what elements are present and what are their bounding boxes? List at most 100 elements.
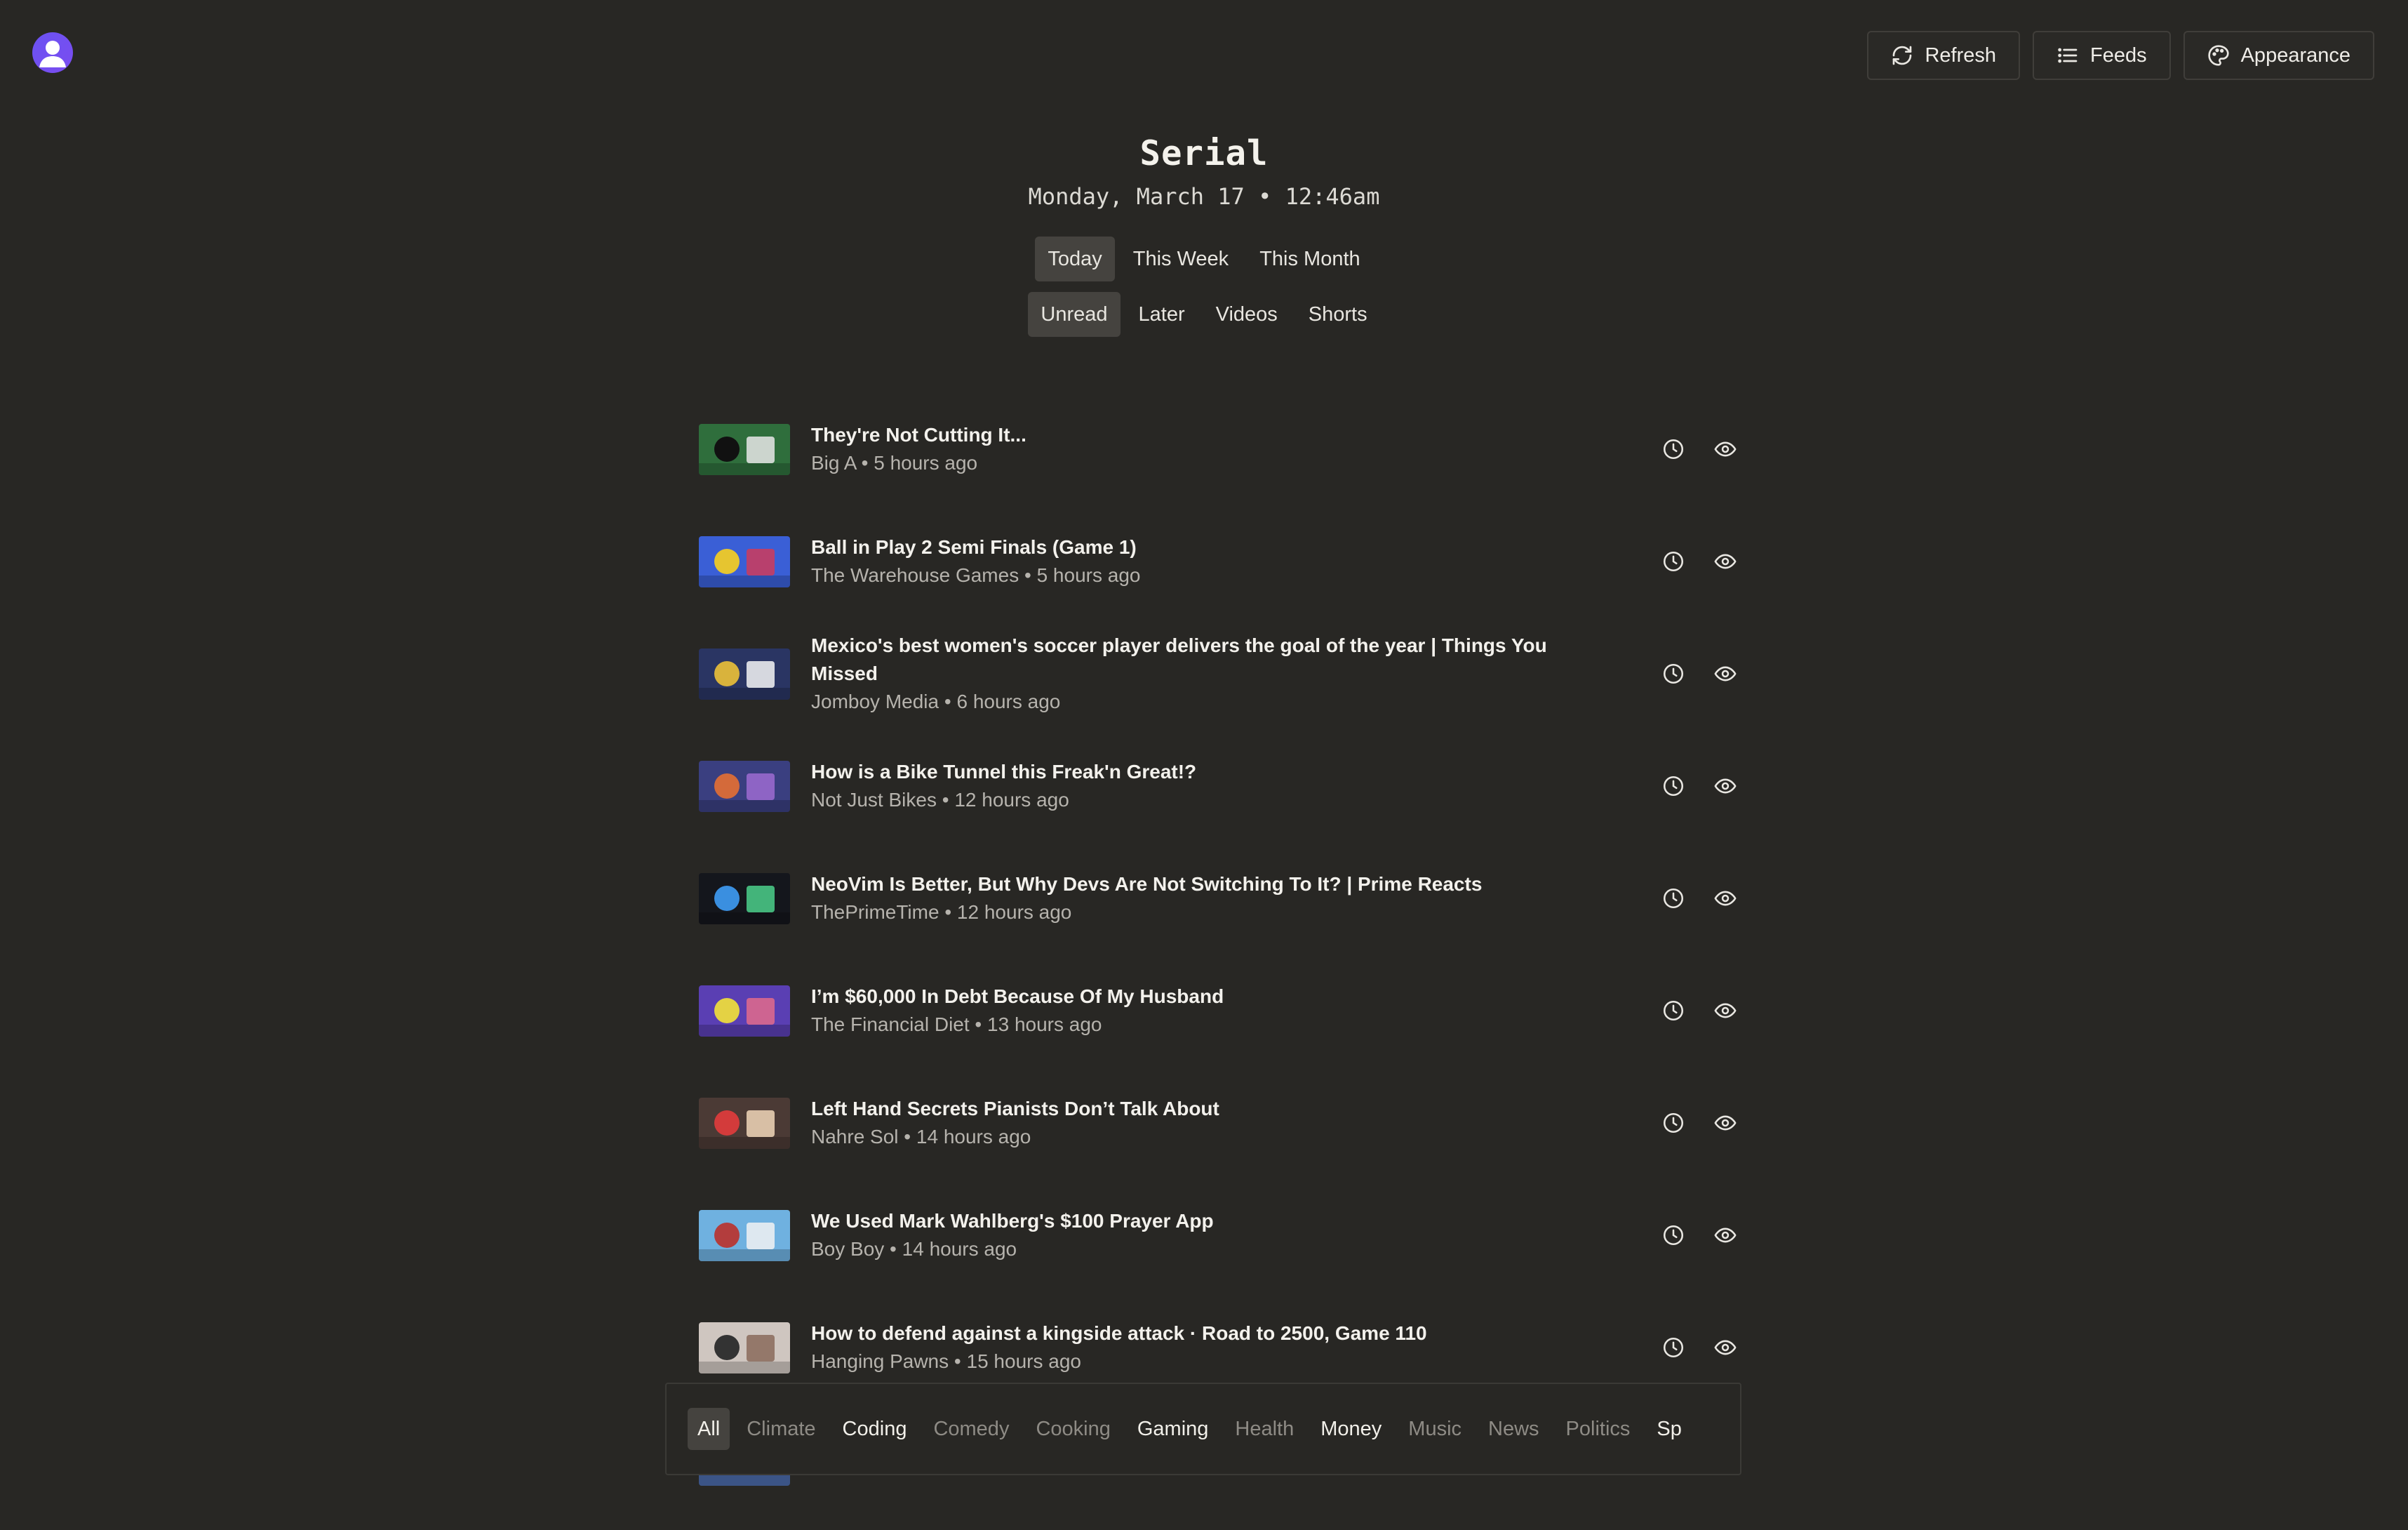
video-row[interactable]: Ball in Play 2 Semi Finals (Game 1) The W… [699, 519, 1737, 632]
video-text: How is a Bike Tunnel this Freak'n Great!… [811, 758, 1611, 814]
category-money[interactable]: Money [1311, 1408, 1391, 1450]
category-cooking[interactable]: Cooking [1026, 1408, 1120, 1450]
clock-icon[interactable] [1661, 437, 1685, 461]
view-filter-tabs: Unread Later Videos Shorts [0, 292, 2408, 337]
eye-icon[interactable] [1713, 886, 1737, 910]
video-row[interactable]: We Used Mark Wahlberg's $100 Prayer App B… [699, 1193, 1737, 1305]
category-comedy[interactable]: Comedy [923, 1408, 1019, 1450]
video-title[interactable]: How to defend against a kingside attack … [811, 1319, 1611, 1348]
video-title[interactable]: Mexico's best women's soccer player deli… [811, 632, 1611, 688]
video-text: They're Not Cutting It... Big A • 5 hours… [811, 421, 1611, 477]
video-text: Ball in Play 2 Semi Finals (Game 1) The W… [811, 533, 1611, 590]
channel-name[interactable]: ThePrimeTime [811, 901, 939, 923]
video-row[interactable]: I’m $60,000 In Debt Because Of My Husban… [699, 969, 1737, 1081]
user-avatar-icon[interactable] [32, 32, 73, 73]
video-row[interactable]: They're Not Cutting It... Big A • 5 hours… [699, 407, 1737, 519]
video-title[interactable]: Left Hand Secrets Pianists Don’t Talk Ab… [811, 1095, 1611, 1123]
category-all[interactable]: All [688, 1408, 730, 1450]
eye-icon[interactable] [1713, 550, 1737, 573]
video-thumbnail[interactable] [699, 1322, 790, 1373]
video-age: 12 hours ago [954, 789, 1069, 811]
page-header: Serial Monday, March 17 • 12:46am [0, 133, 2408, 210]
video-row[interactable]: NeoVim Is Better, But Why Devs Are Not S… [699, 856, 1737, 969]
video-title[interactable]: We Used Mark Wahlberg's $100 Prayer App [811, 1207, 1611, 1235]
video-thumbnail[interactable] [699, 648, 790, 700]
category-health[interactable]: Health [1225, 1408, 1304, 1450]
eye-icon[interactable] [1713, 662, 1737, 686]
clock-icon[interactable] [1661, 774, 1685, 798]
channel-name[interactable]: Hanging Pawns [811, 1350, 949, 1372]
video-actions [1661, 886, 1737, 910]
clock-icon[interactable] [1661, 662, 1685, 686]
video-title[interactable]: I’m $60,000 In Debt Because Of My Husban… [811, 983, 1611, 1011]
eye-icon[interactable] [1713, 1223, 1737, 1247]
channel-name[interactable]: Big A [811, 452, 856, 474]
refresh-button[interactable]: Refresh [1867, 31, 2020, 80]
video-text: How to defend against a kingside attack … [811, 1319, 1611, 1376]
tab-today[interactable]: Today [1035, 237, 1115, 281]
eye-icon[interactable] [1713, 1111, 1737, 1135]
category-coding[interactable]: Coding [833, 1408, 917, 1450]
appearance-button[interactable]: Appearance [2183, 31, 2374, 80]
eye-icon[interactable] [1713, 999, 1737, 1023]
channel-name[interactable]: Not Just Bikes [811, 789, 937, 811]
channel-name[interactable]: Boy Boy [811, 1238, 884, 1260]
video-text: Left Hand Secrets Pianists Don’t Talk Ab… [811, 1095, 1611, 1151]
clock-icon[interactable] [1661, 550, 1685, 573]
video-text: I’m $60,000 In Debt Because Of My Husban… [811, 983, 1611, 1039]
video-title[interactable]: Ball in Play 2 Semi Finals (Game 1) [811, 533, 1611, 561]
tab-unread[interactable]: Unread [1028, 292, 1121, 337]
feeds-button[interactable]: Feeds [2032, 31, 2171, 80]
video-thumbnail[interactable] [699, 761, 790, 812]
video-thumbnail[interactable] [699, 985, 790, 1037]
date-time: Monday, March 17 • 12:46am [1028, 183, 1380, 210]
video-thumbnail[interactable] [699, 1210, 790, 1261]
video-row[interactable]: Left Hand Secrets Pianists Don’t Talk Ab… [699, 1081, 1737, 1193]
video-actions [1661, 774, 1737, 798]
eye-icon[interactable] [1713, 437, 1737, 461]
video-row[interactable]: Mexico's best women's soccer player deli… [699, 632, 1737, 744]
meta-separator: • [939, 691, 957, 712]
eye-icon[interactable] [1713, 774, 1737, 798]
video-thumbnail[interactable] [699, 873, 790, 924]
channel-name[interactable]: The Financial Diet [811, 1013, 970, 1035]
video-age: 13 hours ago [987, 1013, 1102, 1035]
clock-icon[interactable] [1661, 999, 1685, 1023]
video-actions [1661, 1111, 1737, 1135]
clock-icon[interactable] [1661, 886, 1685, 910]
channel-name[interactable]: Jomboy Media [811, 691, 939, 712]
clock-icon[interactable] [1661, 1336, 1685, 1359]
eye-icon[interactable] [1713, 1336, 1737, 1359]
tab-shorts[interactable]: Shorts [1296, 292, 1380, 337]
video-title[interactable]: NeoVim Is Better, But Why Devs Are Not S… [811, 870, 1611, 898]
category-gaming[interactable]: Gaming [1128, 1408, 1219, 1450]
channel-name[interactable]: The Warehouse Games [811, 564, 1019, 586]
category-climate[interactable]: Climate [737, 1408, 825, 1450]
video-title[interactable]: They're Not Cutting It... [811, 421, 1611, 449]
category-politics[interactable]: Politics [1556, 1408, 1640, 1450]
tab-this-month[interactable]: This Month [1247, 237, 1372, 281]
video-actions [1661, 999, 1737, 1023]
video-actions [1661, 1223, 1737, 1247]
category-sp[interactable]: Sp [1647, 1408, 1691, 1450]
video-meta: Jomboy Media • 6 hours ago [811, 688, 1611, 716]
clock-icon[interactable] [1661, 1223, 1685, 1247]
clock-icon[interactable] [1661, 1111, 1685, 1135]
tab-later[interactable]: Later [1126, 292, 1198, 337]
video-row[interactable]: How is a Bike Tunnel this Freak'n Great!… [699, 744, 1737, 856]
video-list: They're Not Cutting It... Big A • 5 hours… [699, 407, 1737, 1530]
category-news[interactable]: News [1478, 1408, 1549, 1450]
video-thumbnail[interactable] [699, 424, 790, 475]
video-meta: The Financial Diet • 13 hours ago [811, 1011, 1611, 1039]
video-meta: Nahre Sol • 14 hours ago [811, 1123, 1611, 1151]
category-music[interactable]: Music [1398, 1408, 1471, 1450]
video-actions [1661, 1336, 1737, 1359]
video-title[interactable]: How is a Bike Tunnel this Freak'n Great!… [811, 758, 1611, 786]
tab-this-week[interactable]: This Week [1121, 237, 1241, 281]
refresh-icon [1893, 46, 1912, 65]
video-meta: Not Just Bikes • 12 hours ago [811, 786, 1611, 814]
tab-videos[interactable]: Videos [1203, 292, 1290, 337]
video-thumbnail[interactable] [699, 1098, 790, 1149]
video-thumbnail[interactable] [699, 536, 790, 587]
channel-name[interactable]: Nahre Sol [811, 1126, 899, 1148]
